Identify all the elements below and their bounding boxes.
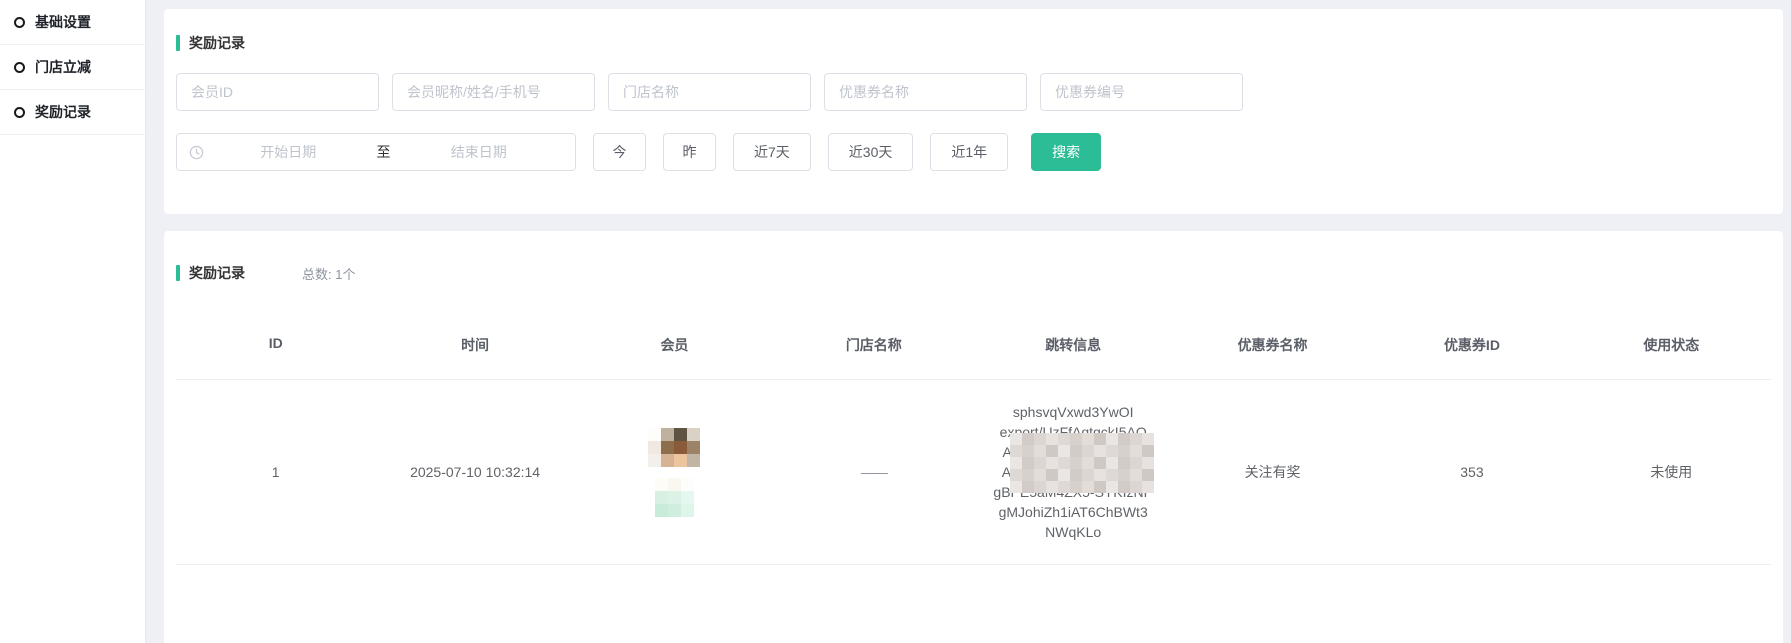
member-avatar-pixelated <box>648 428 700 467</box>
col-id: ID <box>176 321 375 379</box>
col-jump-info: 跳转信息 <box>974 321 1173 379</box>
store-name-input[interactable] <box>608 73 811 111</box>
clock-icon <box>189 145 204 160</box>
total-value: 1个 <box>335 267 355 282</box>
panel-title-text: 奖励记录 <box>189 33 245 53</box>
circle-icon <box>14 17 25 28</box>
col-member: 会员 <box>575 321 774 379</box>
table-row: 1 2025-07-10 10:32:14 —— sphsvqVxwd3YwOI… <box>176 380 1771 565</box>
col-status: 使用状态 <box>1572 321 1771 379</box>
sidebar: 基础设置 门店立减 奖励记录 <box>0 0 146 643</box>
cell-id: 1 <box>176 464 375 480</box>
panel-title-text: 奖励记录 <box>189 263 245 283</box>
col-store: 门店名称 <box>774 321 973 379</box>
coupon-code-input[interactable] <box>1040 73 1243 111</box>
filter-inputs-row <box>176 73 1771 111</box>
quick-range-7d[interactable]: 近7天 <box>733 133 811 171</box>
cell-status: 未使用 <box>1572 462 1771 482</box>
date-range-separator: 至 <box>373 142 395 162</box>
cell-coupon-id: 353 <box>1372 464 1571 480</box>
member-nickname-pixelated <box>655 478 694 517</box>
accent-bar <box>176 265 180 281</box>
total-label: 总数: <box>302 267 332 282</box>
member-id-input[interactable] <box>176 73 379 111</box>
records-panel-title: 奖励记录 总数: 1个 <box>176 263 1771 283</box>
filter-panel-title: 奖励记录 <box>176 33 1771 53</box>
col-coupon-id: 优惠券ID <box>1372 321 1571 379</box>
col-coupon-name: 优惠券名称 <box>1173 321 1372 379</box>
sidebar-item-label: 基础设置 <box>35 12 91 32</box>
search-button[interactable]: 搜索 <box>1031 133 1101 171</box>
cell-time: 2025-07-10 10:32:14 <box>375 464 574 480</box>
quick-range-today[interactable]: 今 <box>593 133 646 171</box>
date-filter-row: 开始日期 至 结束日期 今 昨 近7天 近30天 近1年 搜索 <box>176 133 1771 171</box>
cell-member <box>575 428 774 517</box>
coupon-name-input[interactable] <box>824 73 1027 111</box>
censor-mosaic-overlay <box>1010 433 1154 493</box>
records-total: 总数: 1个 <box>302 264 355 283</box>
cell-store: —— <box>774 464 973 480</box>
filter-panel: 奖励记录 开始日期 至 结束日期 今 <box>164 9 1783 214</box>
circle-icon <box>14 107 25 118</box>
table-header-row: ID 时间 会员 门店名称 跳转信息 优惠券名称 优惠券ID 使用状态 <box>176 321 1771 380</box>
quick-range-1y[interactable]: 近1年 <box>930 133 1008 171</box>
sidebar-item-label: 奖励记录 <box>35 102 91 122</box>
date-range-input[interactable]: 开始日期 至 结束日期 <box>176 133 576 171</box>
app-root: 基础设置 门店立减 奖励记录 奖励记录 <box>0 0 1791 643</box>
member-name-input[interactable] <box>392 73 595 111</box>
sidebar-item-label: 门店立减 <box>35 57 91 77</box>
quick-range-30d[interactable]: 近30天 <box>828 133 914 171</box>
records-table: ID 时间 会员 门店名称 跳转信息 优惠券名称 优惠券ID 使用状态 1 20… <box>176 321 1771 565</box>
records-panel: 奖励记录 总数: 1个 ID 时间 会员 门店名称 跳转信息 优惠券名称 优惠券… <box>164 231 1783 643</box>
cell-jump-info: sphsvqVxwd3YwOI export/UzFfAqtgckI5AQ AA… <box>974 402 1173 542</box>
col-time: 时间 <box>375 321 574 379</box>
main-content: 奖励记录 开始日期 至 结束日期 今 <box>146 0 1791 643</box>
accent-bar <box>176 35 180 51</box>
sidebar-item-basic-settings[interactable]: 基础设置 <box>0 0 145 45</box>
quick-range-yesterday[interactable]: 昨 <box>663 133 716 171</box>
sidebar-item-store-discount[interactable]: 门店立减 <box>0 45 145 90</box>
circle-icon <box>14 62 25 73</box>
end-date-placeholder: 结束日期 <box>395 142 564 162</box>
start-date-placeholder: 开始日期 <box>204 142 373 162</box>
cell-coupon-name: 关注有奖 <box>1173 462 1372 482</box>
sidebar-item-reward-records[interactable]: 奖励记录 <box>0 90 145 135</box>
